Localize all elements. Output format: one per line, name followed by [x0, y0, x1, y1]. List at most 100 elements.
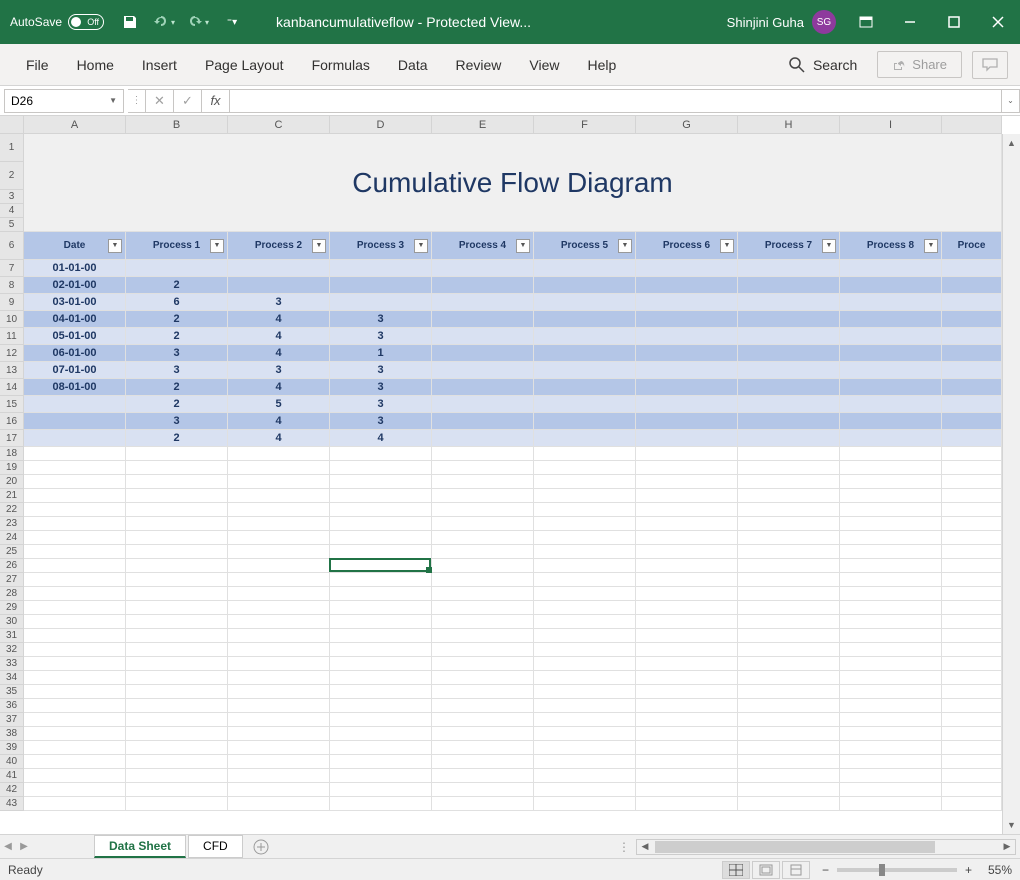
empty-cell[interactable]: [636, 503, 738, 517]
empty-cell[interactable]: [126, 475, 228, 489]
row-header[interactable]: 25: [0, 545, 24, 559]
ribbon-tab-view[interactable]: View: [515, 49, 573, 81]
empty-cell[interactable]: [738, 685, 840, 699]
empty-cell[interactable]: [636, 671, 738, 685]
empty-cell[interactable]: [330, 685, 432, 699]
empty-cell[interactable]: [24, 685, 126, 699]
row-header[interactable]: 1: [0, 134, 24, 162]
empty-cell[interactable]: [942, 727, 1002, 741]
normal-view-button[interactable]: [722, 861, 750, 879]
table-cell[interactable]: [636, 277, 738, 294]
empty-cell[interactable]: [534, 545, 636, 559]
empty-cell[interactable]: [942, 615, 1002, 629]
zoom-control[interactable]: − + 55%: [822, 863, 1012, 877]
add-sheet-button[interactable]: [249, 839, 273, 855]
qat-customize-icon[interactable]: ⁼▾: [218, 8, 246, 36]
column-header[interactable]: F: [534, 116, 636, 134]
ribbon-tab-home[interactable]: Home: [63, 49, 128, 81]
empty-cell[interactable]: [942, 657, 1002, 671]
empty-cell[interactable]: [432, 517, 534, 531]
empty-cell[interactable]: [330, 783, 432, 797]
empty-cell[interactable]: [738, 699, 840, 713]
table-cell[interactable]: [24, 413, 126, 430]
empty-cell[interactable]: [432, 797, 534, 811]
empty-cell[interactable]: [840, 531, 942, 545]
table-cell[interactable]: [738, 277, 840, 294]
empty-cell[interactable]: [228, 545, 330, 559]
ribbon-tab-review[interactable]: Review: [442, 49, 516, 81]
table-cell[interactable]: [534, 294, 636, 311]
row-header[interactable]: 28: [0, 587, 24, 601]
table-cell[interactable]: 02-01-00: [24, 277, 126, 294]
scroll-up-icon[interactable]: ▲: [1003, 134, 1020, 152]
empty-cell[interactable]: [636, 713, 738, 727]
empty-cell[interactable]: [738, 797, 840, 811]
empty-cell[interactable]: [942, 783, 1002, 797]
row-header[interactable]: 8: [0, 277, 24, 294]
table-cell[interactable]: [636, 379, 738, 396]
table-cell[interactable]: 3: [330, 413, 432, 430]
empty-cell[interactable]: [228, 671, 330, 685]
empty-cell[interactable]: [534, 587, 636, 601]
empty-cell[interactable]: [432, 741, 534, 755]
table-cell[interactable]: 2: [126, 379, 228, 396]
table-cell[interactable]: 4: [228, 430, 330, 447]
empty-cell[interactable]: [534, 671, 636, 685]
empty-cell[interactable]: [534, 573, 636, 587]
table-cell[interactable]: [942, 362, 1002, 379]
empty-cell[interactable]: [126, 671, 228, 685]
empty-cell[interactable]: [24, 447, 126, 461]
row-header[interactable]: 19: [0, 461, 24, 475]
empty-cell[interactable]: [738, 615, 840, 629]
empty-cell[interactable]: [636, 573, 738, 587]
row-header[interactable]: 38: [0, 727, 24, 741]
table-cell[interactable]: [534, 311, 636, 328]
empty-cell[interactable]: [24, 657, 126, 671]
empty-cell[interactable]: [636, 643, 738, 657]
table-column-header[interactable]: Process 7▼: [738, 232, 840, 260]
empty-cell[interactable]: [942, 475, 1002, 489]
column-header[interactable]: B: [126, 116, 228, 134]
zoom-in-button[interactable]: +: [965, 863, 972, 877]
empty-cell[interactable]: [330, 769, 432, 783]
empty-cell[interactable]: [534, 699, 636, 713]
empty-cell[interactable]: [432, 769, 534, 783]
empty-cell[interactable]: [738, 461, 840, 475]
empty-cell[interactable]: [24, 587, 126, 601]
table-cell[interactable]: 4: [228, 328, 330, 345]
scroll-left-icon[interactable]: ◀: [637, 840, 653, 854]
empty-cell[interactable]: [534, 727, 636, 741]
empty-cell[interactable]: [24, 741, 126, 755]
empty-cell[interactable]: [942, 699, 1002, 713]
table-cell[interactable]: [432, 413, 534, 430]
row-header[interactable]: 20: [0, 475, 24, 489]
empty-cell[interactable]: [432, 643, 534, 657]
filter-dropdown-icon[interactable]: ▼: [720, 239, 734, 253]
empty-cell[interactable]: [228, 517, 330, 531]
empty-cell[interactable]: [942, 643, 1002, 657]
empty-cell[interactable]: [636, 685, 738, 699]
empty-cell[interactable]: [738, 545, 840, 559]
empty-cell[interactable]: [738, 671, 840, 685]
table-cell[interactable]: [330, 260, 432, 277]
empty-cell[interactable]: [636, 447, 738, 461]
empty-cell[interactable]: [738, 629, 840, 643]
table-cell[interactable]: [738, 294, 840, 311]
empty-cell[interactable]: [24, 517, 126, 531]
table-cell[interactable]: [636, 328, 738, 345]
empty-cell[interactable]: [534, 643, 636, 657]
table-cell[interactable]: 06-01-00: [24, 345, 126, 362]
redo-icon[interactable]: ▾: [184, 8, 212, 36]
table-cell[interactable]: [942, 345, 1002, 362]
empty-cell[interactable]: [432, 727, 534, 741]
empty-cell[interactable]: [126, 559, 228, 573]
empty-cell[interactable]: [840, 657, 942, 671]
table-cell[interactable]: [636, 430, 738, 447]
row-header[interactable]: 34: [0, 671, 24, 685]
empty-cell[interactable]: [840, 643, 942, 657]
table-cell[interactable]: [738, 311, 840, 328]
table-cell[interactable]: [942, 413, 1002, 430]
row-header[interactable]: 18: [0, 447, 24, 461]
empty-cell[interactable]: [24, 671, 126, 685]
empty-cell[interactable]: [738, 517, 840, 531]
